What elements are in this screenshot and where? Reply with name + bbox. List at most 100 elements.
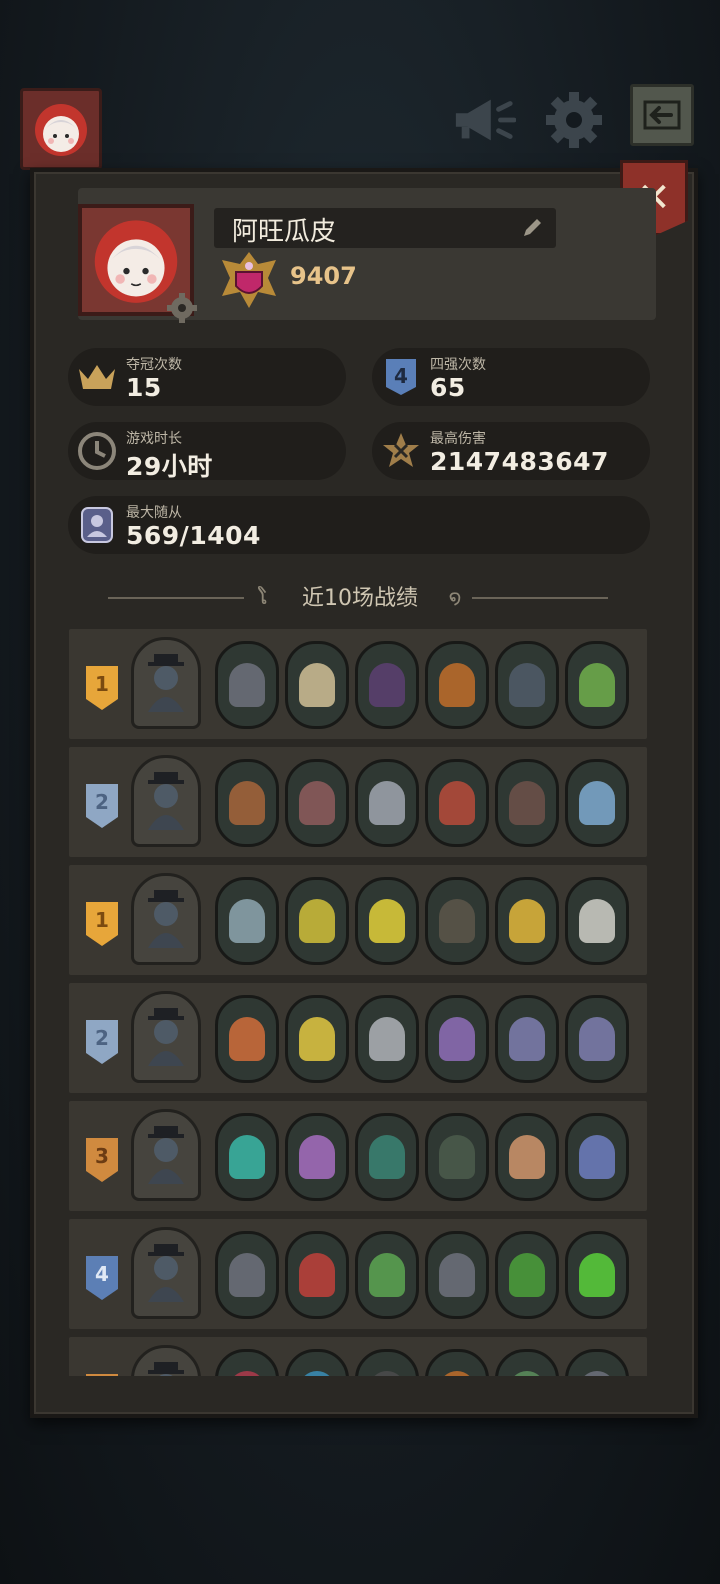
minion-card[interactable] — [355, 641, 419, 729]
minion-card[interactable] — [495, 995, 559, 1083]
edit-pencil-icon[interactable] — [520, 216, 544, 240]
hero-silhouette-icon — [148, 772, 184, 830]
avatar-settings-gear-icon[interactable] — [166, 292, 198, 324]
minion-card[interactable] — [285, 759, 349, 847]
crown-icon — [76, 356, 118, 398]
hero-portrait[interactable] — [131, 1227, 201, 1319]
minion-portrait-icon — [509, 663, 545, 707]
stat-value: 2147483647 — [430, 447, 609, 476]
minion-card[interactable] — [285, 1349, 349, 1376]
minion-portrait-icon — [369, 781, 405, 825]
minion-card[interactable] — [355, 877, 419, 965]
minion-portrait-icon — [579, 899, 615, 943]
minion-portrait-icon — [229, 1371, 265, 1376]
exit-icon — [643, 100, 681, 130]
minion-portrait-icon — [299, 1135, 335, 1179]
minion-card[interactable] — [355, 1349, 419, 1376]
hero-portrait[interactable] — [131, 873, 201, 965]
minion-card[interactable] — [495, 641, 559, 729]
hero-silhouette-icon — [148, 1362, 184, 1376]
minion-card[interactable] — [425, 759, 489, 847]
minion-portrait-icon — [579, 663, 615, 707]
swirl-right-icon: ໑ — [448, 585, 462, 609]
minion-card[interactable] — [565, 641, 629, 729]
match-row[interactable]: 4 — [68, 1218, 648, 1330]
minion-portrait-icon — [439, 781, 475, 825]
minion-card[interactable] — [355, 1113, 419, 1201]
minion-card[interactable] — [285, 1231, 349, 1319]
match-row[interactable]: 1 — [68, 864, 648, 976]
minion-card[interactable] — [495, 759, 559, 847]
minion-card[interactable] — [495, 1231, 559, 1319]
match-history-list[interactable]: 1 2 1 2 3 4 — [68, 628, 648, 1376]
minion-card[interactable] — [285, 641, 349, 729]
minion-card[interactable] — [215, 995, 279, 1083]
rank-badge: 1 — [86, 666, 118, 710]
minion-card[interactable] — [425, 1231, 489, 1319]
minion-card[interactable] — [355, 995, 419, 1083]
hero-portrait[interactable] — [131, 991, 201, 1083]
minion-card[interactable] — [495, 1113, 559, 1201]
megaphone-icon[interactable] — [452, 88, 516, 152]
minion-portrait-icon — [369, 1135, 405, 1179]
minion-card[interactable] — [565, 877, 629, 965]
damage-star-icon — [380, 430, 422, 472]
minion-card[interactable] — [215, 1231, 279, 1319]
rank-badge: 2 — [86, 784, 118, 828]
trophy-rank-emblem-icon — [222, 252, 276, 308]
minion-card[interactable] — [425, 1349, 489, 1376]
minion-card[interactable] — [285, 1113, 349, 1201]
match-row[interactable]: 3 — [68, 1100, 648, 1212]
match-row[interactable]: 2 — [68, 746, 648, 858]
red-hood-girl-avatar-icon — [35, 104, 87, 156]
stat-label: 游戏时长 — [126, 431, 182, 447]
minion-card[interactable] — [495, 877, 559, 965]
minion-card[interactable] — [285, 877, 349, 965]
match-row[interactable] — [68, 1336, 648, 1376]
minion-card[interactable] — [215, 1349, 279, 1376]
minion-portrait-icon — [299, 1017, 335, 1061]
minion-card[interactable] — [425, 1113, 489, 1201]
hero-portrait[interactable] — [131, 637, 201, 729]
minion-card[interactable] — [565, 1113, 629, 1201]
minion-card[interactable] — [565, 995, 629, 1083]
minion-card[interactable] — [425, 641, 489, 729]
stat-max-minions: 最大随从 569/1404 — [68, 496, 650, 554]
exit-button[interactable] — [630, 84, 694, 146]
minion-card[interactable] — [215, 877, 279, 965]
minion-portrait-icon — [369, 899, 405, 943]
match-row[interactable]: 2 — [68, 982, 648, 1094]
gear-icon[interactable] — [542, 88, 606, 152]
minion-portrait-icon — [439, 899, 475, 943]
hero-portrait[interactable] — [131, 1345, 201, 1376]
hero-portrait[interactable] — [131, 1109, 201, 1201]
minion-card[interactable] — [215, 1113, 279, 1201]
player-avatar-button[interactable] — [20, 88, 102, 170]
hero-portrait[interactable] — [131, 755, 201, 847]
minion-portrait-icon — [299, 1253, 335, 1297]
minion-card[interactable] — [285, 995, 349, 1083]
minion-portrait-icon — [579, 1135, 615, 1179]
minion-card[interactable] — [565, 759, 629, 847]
match-row[interactable]: 1 — [68, 628, 648, 740]
minion-portrait-icon — [369, 1253, 405, 1297]
minion-portrait-icon — [229, 781, 265, 825]
minion-card[interactable] — [215, 759, 279, 847]
minion-portrait-icon — [229, 1253, 265, 1297]
stat-value: 569/1404 — [126, 521, 261, 550]
stat-max-damage: 最高伤害 2147483647 — [372, 422, 650, 480]
minion-portrait-icon — [509, 1017, 545, 1061]
minion-card[interactable] — [425, 995, 489, 1083]
hero-silhouette-icon — [148, 1126, 184, 1184]
minion-portrait-icon — [229, 663, 265, 707]
minion-card[interactable] — [495, 1349, 559, 1376]
stat-label: 夺冠次数 — [126, 357, 182, 373]
minion-card[interactable] — [215, 641, 279, 729]
minion-card[interactable] — [425, 877, 489, 965]
minion-card[interactable] — [565, 1231, 629, 1319]
minion-card[interactable] — [355, 759, 419, 847]
rank-badge: 2 — [86, 1020, 118, 1064]
stat-top-four: 4 四强次数 65 — [372, 348, 650, 406]
minion-card[interactable] — [355, 1231, 419, 1319]
minion-card[interactable] — [565, 1349, 629, 1376]
